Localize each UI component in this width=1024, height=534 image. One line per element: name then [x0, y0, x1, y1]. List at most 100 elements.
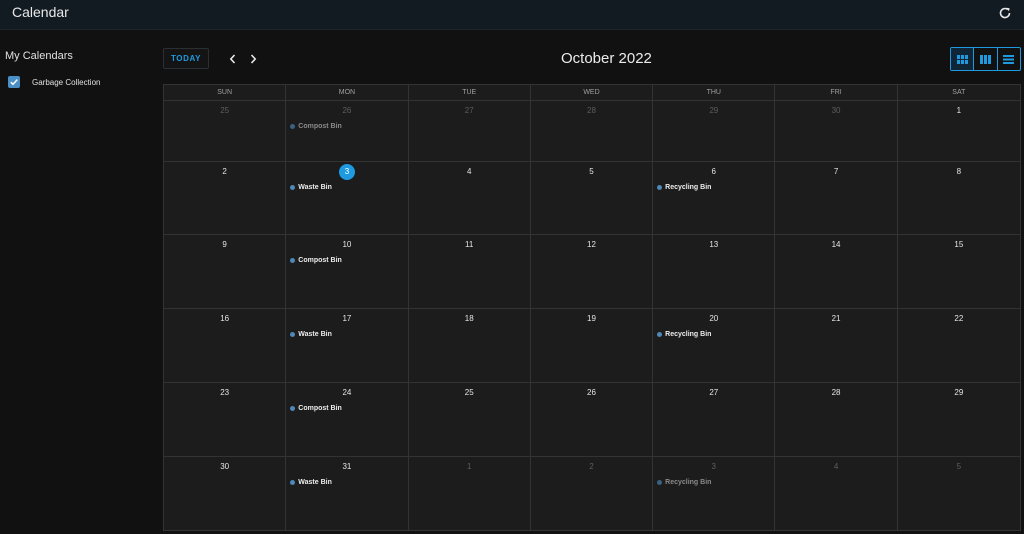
day-cell[interactable]: 22	[897, 309, 1020, 382]
day-cell[interactable]: 29	[653, 101, 776, 161]
view-switcher	[950, 47, 1021, 71]
today-button[interactable]: TODAY	[163, 48, 209, 69]
sidebar-heading: My Calendars	[5, 50, 73, 62]
day-cell[interactable]: 28	[775, 383, 898, 456]
day-cell[interactable]: 23	[164, 383, 287, 456]
day-cell[interactable]: 30	[164, 457, 287, 530]
day-cell[interactable]: 14	[775, 235, 898, 308]
day-cell[interactable]: 30	[775, 101, 898, 161]
day-cell[interactable]: 9	[164, 235, 287, 308]
day-number: 5	[589, 167, 594, 176]
day-cell[interactable]: 6 Recycling Bin	[653, 162, 776, 234]
list-view-icon	[1003, 54, 1015, 64]
month-title: October 2022	[561, 50, 652, 67]
day-cell[interactable]: 11	[408, 235, 531, 308]
day-number: 23	[220, 388, 230, 397]
chevron-left-icon[interactable]	[226, 52, 240, 66]
day-number: 25	[464, 388, 474, 397]
day-cell[interactable]: 15	[897, 235, 1020, 308]
day-cell[interactable]: 3 Waste Bin	[286, 162, 409, 234]
event-dot-icon	[290, 332, 296, 337]
day-cell[interactable]: 2	[530, 457, 654, 530]
day-cell[interactable]: 7	[775, 162, 898, 234]
day-number: 5	[956, 462, 962, 471]
month-view-button[interactable]	[951, 48, 975, 70]
day-number: 29	[709, 106, 719, 115]
day-cell[interactable]: 2	[164, 162, 287, 234]
calendar-event[interactable]: Compost Bin	[290, 257, 342, 264]
day-cell[interactable]: 25	[164, 101, 287, 161]
event-label: Waste Bin	[298, 184, 332, 191]
day-cell[interactable]: 28	[530, 101, 654, 161]
day-number: 2	[222, 167, 227, 176]
day-number: 10	[342, 240, 352, 249]
list-view-button[interactable]	[998, 48, 1020, 70]
day-number: 13	[709, 240, 719, 249]
day-number: 4	[833, 462, 839, 471]
today-day-number: 3	[338, 164, 355, 180]
chevron-right-icon[interactable]	[246, 52, 260, 66]
calendar-event[interactable]: Compost Bin	[290, 123, 342, 130]
day-cell[interactable]: 27	[408, 101, 531, 161]
calendar-label: Garbage Collection	[32, 77, 101, 87]
day-cell[interactable]: 24 Compost Bin	[286, 383, 409, 456]
day-cell[interactable]: 27	[653, 383, 776, 456]
calendar-event[interactable]: Recycling Bin	[657, 184, 711, 191]
day-number: 6	[711, 167, 716, 176]
day-number: 26	[587, 388, 596, 397]
day-number: 17	[342, 314, 352, 323]
weekday-label: SUN	[164, 85, 287, 100]
day-cell[interactable]: 10 Compost Bin	[286, 235, 409, 308]
day-cell[interactable]: 4	[408, 162, 531, 234]
refresh-icon[interactable]	[998, 6, 1012, 20]
day-cell[interactable]: 26	[530, 383, 654, 456]
day-number: 19	[587, 314, 596, 323]
day-cell[interactable]: 1	[408, 457, 531, 530]
weekday-label: SAT	[952, 89, 966, 96]
day-cell[interactable]: 18	[408, 309, 531, 382]
day-number: 12	[587, 240, 596, 249]
day-cell[interactable]: 20 Recycling Bin	[653, 309, 776, 382]
calendar-item-garbage-collection[interactable]: Garbage Collection	[8, 76, 100, 88]
day-cell[interactable]: 21	[775, 309, 898, 382]
day-cell[interactable]: 26 Compost Bin	[286, 101, 409, 161]
day-cell[interactable]: 16	[164, 309, 287, 382]
week-row: 16 17 Waste Bin 18 19 20 Recycling Bin 21 22	[164, 309, 1020, 383]
event-dot-icon	[657, 332, 663, 337]
weekday-label: WED	[531, 85, 654, 100]
day-cell[interactable]: 17 Waste Bin	[286, 309, 409, 382]
week-view-button[interactable]	[974, 48, 998, 70]
day-number: 7	[833, 167, 839, 176]
day-cell[interactable]: 12	[530, 235, 654, 308]
calendar-event[interactable]: Waste Bin	[290, 184, 332, 191]
day-number: 24	[342, 388, 352, 397]
day-cell[interactable]: 19	[530, 309, 654, 382]
calendar-event[interactable]: Compost Bin	[290, 405, 342, 412]
calendar-event[interactable]: Recycling Bin	[657, 331, 711, 338]
day-number: 28	[831, 388, 841, 397]
day-cell[interactable]: 1	[897, 101, 1020, 161]
day-cell[interactable]: 3 Recycling Bin	[653, 457, 776, 530]
month-view-icon	[956, 54, 968, 64]
day-cell[interactable]: 4	[775, 457, 898, 530]
day-cell[interactable]: 5	[530, 162, 654, 234]
day-cell[interactable]: 29	[897, 383, 1020, 456]
calendar-main: TODAY October 2022 SUN MON TUE WED THU F…	[156, 30, 1024, 534]
calendar-event[interactable]: Waste Bin	[290, 331, 332, 338]
week-row: 9 10 Compost Bin 11 12 13 14 15	[164, 235, 1020, 309]
day-cell[interactable]: 31 Waste Bin	[286, 457, 409, 530]
event-dot-icon	[657, 185, 663, 190]
event-label: Compost Bin	[298, 257, 342, 264]
calendar-event[interactable]: Recycling Bin	[657, 479, 711, 486]
day-cell[interactable]: 8	[897, 162, 1020, 234]
weekday-label: THU	[653, 85, 776, 100]
calendar-checkbox[interactable]	[8, 76, 20, 88]
day-number: 14	[831, 240, 841, 249]
week-row: 25 26 Compost Bin 27 28 29 30 1	[164, 101, 1020, 162]
calendar-event[interactable]: Waste Bin	[290, 479, 332, 486]
event-label: Compost Bin	[298, 123, 342, 130]
day-cell[interactable]: 5	[897, 457, 1020, 530]
day-cell[interactable]: 25	[408, 383, 531, 456]
day-number: 29	[954, 388, 964, 397]
day-cell[interactable]: 13	[653, 235, 776, 308]
